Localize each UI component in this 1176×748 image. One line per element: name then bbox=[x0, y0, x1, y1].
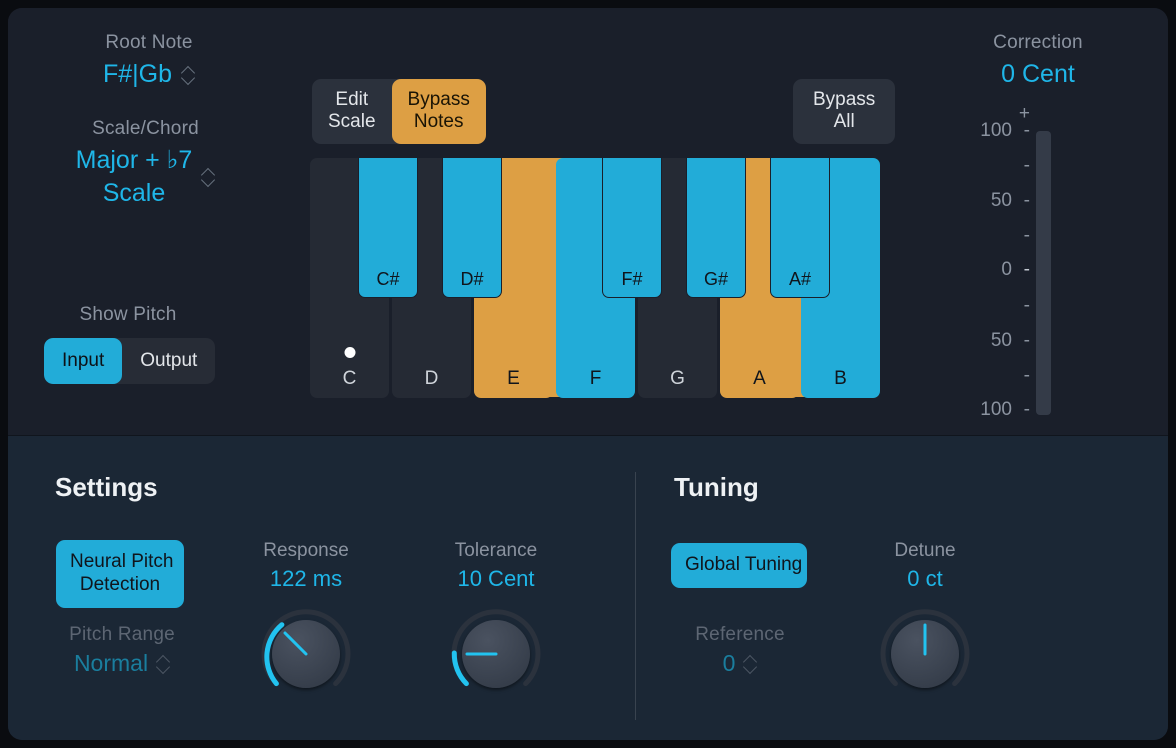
detune-label: Detune bbox=[894, 540, 956, 561]
meter-tick-minor-1: - bbox=[1023, 155, 1030, 176]
tuning-section-title: Tuning bbox=[674, 472, 759, 502]
meter-tick-zero: 0- bbox=[1001, 259, 1030, 280]
black-key-f-sharp-label: F# bbox=[621, 269, 643, 289]
neural-pitch-detection-button[interactable]: Neural Pitch Detection bbox=[56, 540, 184, 608]
tolerance-label: Tolerance bbox=[454, 540, 538, 561]
correction-value: 0 Cent bbox=[1001, 60, 1075, 88]
edit-scale-line1: Edit bbox=[335, 89, 369, 110]
response-knob-pointer bbox=[283, 631, 308, 656]
tolerance-value: 10 Cent bbox=[457, 566, 535, 591]
response-knob[interactable] bbox=[256, 604, 356, 704]
black-key-a-sharp[interactable]: A# bbox=[770, 158, 830, 298]
correction-meter-track bbox=[1036, 131, 1051, 415]
section-divider bbox=[635, 472, 636, 720]
white-key-c-label: C bbox=[342, 368, 357, 389]
response-value: 122 ms bbox=[269, 566, 343, 591]
show-pitch-option-output[interactable]: Output bbox=[122, 338, 215, 384]
chevron-updown-icon[interactable] bbox=[182, 66, 195, 84]
black-key-a-sharp-label: A# bbox=[788, 269, 812, 289]
correction-meter-scale: + 100- - 50- - 0- - 50- - 100- - bbox=[938, 103, 1138, 452]
bypass-all-button[interactable]: Bypass All bbox=[793, 79, 896, 144]
black-key-g-sharp-label: G# bbox=[703, 269, 728, 289]
detune-value: 0 ct bbox=[907, 566, 943, 591]
top-panel: Root Note F#|Gb Scale/Chord Major + ♭7 S… bbox=[8, 8, 1168, 452]
black-key-f-sharp[interactable]: F# bbox=[602, 158, 662, 298]
show-pitch-label: Show Pitch bbox=[79, 304, 177, 325]
black-key-c-sharp-label: C# bbox=[376, 269, 400, 289]
reference-label: Reference bbox=[695, 624, 785, 645]
response-knob-control[interactable]: Response 122 ms bbox=[216, 540, 396, 704]
edit-scale-button[interactable]: Edit Scale bbox=[312, 79, 392, 144]
black-key-g-sharp[interactable]: G# bbox=[686, 158, 746, 298]
reference-value: 0 bbox=[722, 650, 736, 676]
meter-tick-50-plus: 50- bbox=[990, 190, 1030, 211]
detune-knob-control[interactable]: Detune 0 ct bbox=[835, 540, 1015, 704]
black-key-d-sharp-label: D# bbox=[460, 269, 484, 289]
correction-meter: Correction 0 Cent + 100- - 50- - 0- - 50… bbox=[938, 32, 1138, 452]
response-label: Response bbox=[263, 540, 349, 561]
white-key-f-label: F bbox=[589, 368, 602, 389]
tolerance-knob-control[interactable]: Tolerance 10 Cent bbox=[406, 540, 586, 704]
meter-tick-minor-2: - bbox=[1023, 225, 1030, 246]
root-note-control[interactable]: Root Note F#|Gb bbox=[44, 32, 254, 89]
tolerance-knob-pointer bbox=[465, 652, 498, 656]
scale-mode-segmented-control[interactable]: Edit Scale Bypass Notes bbox=[312, 79, 486, 144]
meter-tick-100-minus: 100- bbox=[980, 399, 1030, 420]
chevron-updown-icon[interactable] bbox=[202, 168, 215, 186]
bypass-all-line2: All bbox=[833, 111, 855, 133]
meter-tick-100-plus: 100- bbox=[980, 120, 1030, 141]
meter-tick-50-minus: 50- bbox=[990, 330, 1030, 351]
scale-chord-control[interactable]: Scale/Chord Major + ♭7 Scale bbox=[38, 118, 253, 210]
root-note-value: F#|Gb bbox=[102, 60, 173, 88]
global-tuning-button[interactable]: Global Tuning bbox=[671, 543, 807, 588]
tolerance-knob[interactable] bbox=[446, 604, 546, 704]
piano-keyboard[interactable]: C D E F G A B C# D# F# G# A# bbox=[310, 158, 880, 398]
show-pitch-segmented-control[interactable]: Input Output bbox=[44, 338, 216, 384]
reference-value-row[interactable]: 0 bbox=[661, 650, 819, 677]
scale-chord-value-line2: Scale bbox=[102, 179, 166, 207]
pitch-correction-plugin-window: Root Note F#|Gb Scale/Chord Major + ♭7 S… bbox=[8, 8, 1168, 740]
scale-chord-value-line1: Major + ♭7 bbox=[75, 146, 193, 174]
meter-tick-minor-4: - bbox=[1023, 365, 1030, 386]
black-key-c-sharp[interactable]: C# bbox=[358, 158, 418, 298]
pitch-range-value-row[interactable]: Normal bbox=[42, 650, 202, 677]
scale-chord-value: Major + ♭7 Scale bbox=[76, 144, 193, 210]
white-key-b-label: B bbox=[834, 368, 847, 389]
bypass-all-line1: Bypass bbox=[813, 89, 876, 110]
edit-scale-line2: Scale bbox=[328, 111, 376, 133]
pitch-indicator-dot bbox=[344, 347, 355, 358]
white-key-g-label: G bbox=[670, 368, 685, 389]
scale-chord-value-row[interactable]: Major + ♭7 Scale bbox=[38, 144, 253, 210]
pitch-range-value: Normal bbox=[73, 650, 149, 676]
white-key-d-label: D bbox=[424, 368, 439, 389]
bypass-notes-line2: Notes bbox=[413, 111, 464, 133]
white-key-a-label: A bbox=[753, 368, 766, 389]
black-key-d-sharp[interactable]: D# bbox=[442, 158, 502, 298]
show-pitch-option-input[interactable]: Input bbox=[44, 338, 123, 384]
detune-knob[interactable] bbox=[875, 604, 975, 704]
bypass-notes-line1: Bypass bbox=[407, 89, 470, 110]
neural-pitch-line2: Detection bbox=[79, 573, 161, 595]
chevron-updown-icon[interactable] bbox=[157, 655, 170, 673]
meter-tick-minor-3: - bbox=[1023, 295, 1030, 316]
root-note-value-row[interactable]: F#|Gb bbox=[44, 60, 254, 89]
neural-pitch-line1: Neural Pitch bbox=[70, 551, 174, 572]
correction-label: Correction bbox=[993, 32, 1083, 53]
show-pitch-control: Show Pitch Input Output bbox=[44, 304, 216, 384]
detune-knob-pointer bbox=[923, 623, 927, 656]
scale-chord-label: Scale/Chord bbox=[92, 118, 199, 139]
pitch-range-label: Pitch Range bbox=[69, 624, 175, 645]
white-key-e-label: E bbox=[507, 368, 520, 389]
bypass-notes-button[interactable]: Bypass Notes bbox=[391, 79, 486, 144]
root-note-label: Root Note bbox=[105, 32, 193, 53]
pitch-range-control[interactable]: Pitch Range Normal bbox=[42, 624, 202, 677]
settings-section-title: Settings bbox=[55, 472, 158, 502]
reference-control[interactable]: Reference 0 bbox=[661, 624, 819, 677]
chevron-updown-icon[interactable] bbox=[744, 655, 757, 673]
